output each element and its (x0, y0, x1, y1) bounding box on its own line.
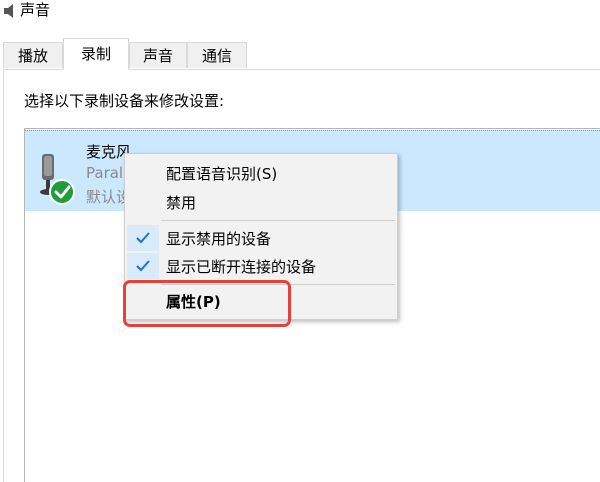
checkmark-icon (136, 232, 150, 244)
menu-item-label: 配置语音识别(S) (166, 165, 278, 183)
green-check-icon (49, 179, 75, 205)
menu-item-show-disconnected[interactable]: 显示已断开连接的设备 (125, 252, 397, 280)
menu-item-configure-speech[interactable]: 配置语音识别(S) (125, 159, 397, 187)
checkmark-icon (136, 260, 150, 272)
menu-item-label: 显示已断开连接的设备 (166, 258, 317, 276)
speaker-icon (4, 4, 13, 18)
menu-separator (161, 220, 395, 221)
window-title: 声音 (20, 1, 51, 19)
device-subtitle: Paral (86, 164, 124, 182)
tab-playback[interactable]: 播放 (3, 42, 63, 68)
tab-communications[interactable]: 通信 (187, 42, 247, 68)
annotation-highlight-box (123, 280, 291, 327)
menu-item-label: 显示禁用的设备 (166, 230, 272, 248)
menu-item-disable[interactable]: 禁用 (125, 188, 397, 216)
tab-sounds[interactable]: 声音 (129, 42, 187, 68)
menu-item-label: 禁用 (166, 194, 197, 212)
microphone-icon (40, 154, 75, 205)
title-bar: 声音 (0, 0, 600, 22)
menu-item-show-disabled[interactable]: 显示禁用的设备 (125, 224, 397, 252)
tab-strip: 播放 录制 声音 通信 (0, 38, 600, 70)
tab-recording[interactable]: 录制 (63, 38, 129, 70)
device-status: 默认设 (86, 188, 126, 206)
instruction-text: 选择以下录制设备来修改设置: (24, 92, 225, 110)
